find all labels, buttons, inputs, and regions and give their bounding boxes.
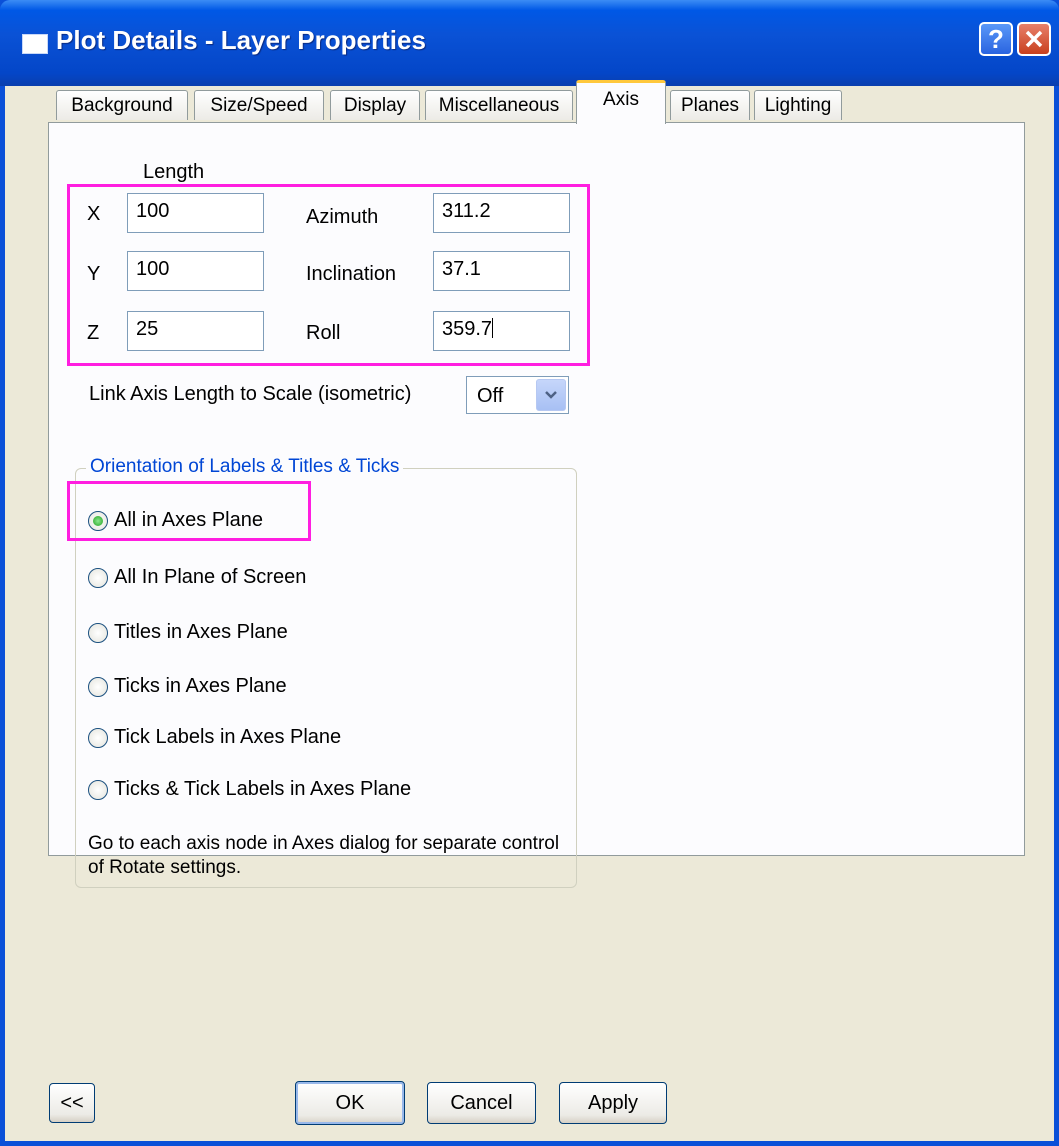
close-button[interactable] [1017, 22, 1051, 56]
radio-label: Tick Labels in Axes Plane [114, 726, 342, 748]
radio-ticks-and-tick-labels-in-axes-plane[interactable]: Ticks & Tick Labels in Axes Plane [88, 778, 411, 801]
close-icon [1025, 30, 1043, 48]
collapse-button[interactable]: << [49, 1083, 95, 1123]
title-bar[interactable]: Plot Details - Layer Properties ? [0, 0, 1059, 86]
radio-all-in-plane-of-screen[interactable]: All In Plane of Screen [88, 566, 306, 589]
radio-button[interactable] [88, 779, 108, 800]
tab-background[interactable]: Background [56, 90, 188, 120]
radio-label: Ticks & Tick Labels in Axes Plane [114, 778, 412, 800]
apply-button[interactable]: Apply [559, 1082, 667, 1124]
axis-length-highlight [67, 184, 590, 366]
rotate-settings-note: Go to each axis node in Axes dialog for … [88, 833, 560, 878]
radio-button[interactable] [88, 622, 108, 643]
radio-button[interactable] [88, 676, 108, 697]
question-icon: ? [988, 23, 1004, 54]
length-header: Length [143, 161, 205, 183]
link-axis-label: Link Axis Length to Scale (isometric) [89, 383, 412, 405]
radio-tick-labels-in-axes-plane[interactable]: Tick Labels in Axes Plane [88, 726, 341, 749]
orientation-group-title: Orientation of Labels & Titles & Ticks [86, 456, 404, 478]
tab-size-speed[interactable]: Size/Speed [194, 90, 324, 120]
link-axis-value: Off [477, 385, 504, 407]
help-button[interactable]: ? [979, 22, 1013, 56]
radio-button[interactable] [88, 727, 108, 748]
radio-label: All In Plane of Screen [114, 566, 307, 588]
radio-ticks-in-axes-plane[interactable]: Ticks in Axes Plane [88, 675, 287, 698]
link-axis-select[interactable]: Off [466, 376, 569, 414]
tab-miscellaneous[interactable]: Miscellaneous [425, 90, 573, 120]
radio-label: Titles in Axes Plane [114, 621, 288, 643]
dialog-window: Plot Details - Layer Properties ? Backgr… [0, 0, 1059, 1146]
cancel-button[interactable]: Cancel [427, 1082, 536, 1124]
radio-button[interactable] [88, 567, 108, 588]
tab-lighting[interactable]: Lighting [754, 90, 842, 120]
radio-titles-in-axes-plane[interactable]: Titles in Axes Plane [88, 621, 288, 644]
chevron-down-icon[interactable] [536, 379, 566, 411]
selected-option-highlight [67, 481, 311, 541]
ok-button[interactable]: OK [295, 1081, 405, 1125]
tab-planes[interactable]: Planes [670, 90, 750, 120]
tab-display[interactable]: Display [330, 90, 420, 120]
radio-label: Ticks in Axes Plane [114, 675, 287, 697]
window-title: Plot Details - Layer Properties [56, 25, 426, 55]
tab-axis[interactable]: Axis [576, 80, 666, 124]
window-icon [22, 34, 48, 54]
